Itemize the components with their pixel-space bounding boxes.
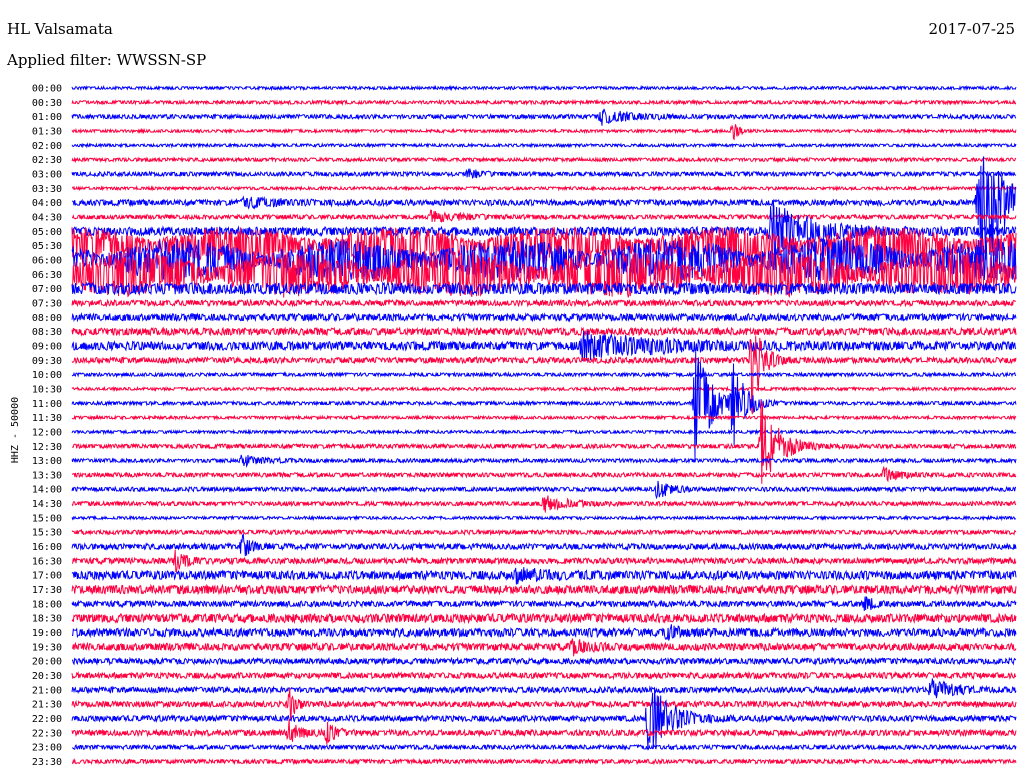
time-tick-label: 05:00 [32, 227, 62, 238]
seismic-trace [71, 638, 1017, 657]
seismogram-plot: 00:00 00:30 01:00 01:30 02:00 02:30 03:00 03:30… [32, 84, 1017, 768]
time-tick-label: 02:30 [32, 155, 62, 166]
time-tick-label: 23:00 [32, 743, 62, 754]
time-tick-label: 16:30 [32, 556, 62, 567]
time-tick-label: 11:30 [32, 413, 62, 424]
time-tick-label: 07:00 [32, 284, 62, 295]
seismic-trace [71, 371, 1017, 379]
seismic-trace [71, 595, 1017, 612]
time-tick-label: 22:00 [32, 714, 62, 725]
seismic-trace [71, 612, 1017, 625]
seismic-trace [71, 466, 1017, 483]
seismic-trace [71, 454, 1017, 468]
seismic-trace [71, 428, 1017, 436]
time-tick-label: 06:30 [32, 270, 62, 281]
seismic-trace [71, 400, 1017, 484]
time-tick-label: 04:30 [32, 212, 62, 223]
seismic-trace [71, 567, 1017, 585]
seismic-trace [71, 414, 1017, 421]
seismic-trace [72, 209, 1017, 223]
seismic-trace [71, 331, 1017, 361]
seismic-trace [71, 124, 1017, 141]
time-tick-label: 06:00 [32, 255, 62, 266]
seismic-trace [71, 168, 1017, 179]
time-tick-label: 22:30 [32, 728, 62, 739]
seismic-trace [71, 514, 1017, 522]
time-tick-label: 10:30 [32, 384, 62, 395]
time-tick-label: 00:00 [32, 84, 62, 95]
seismic-trace [71, 533, 1017, 557]
seismic-trace [71, 743, 1017, 751]
seismic-trace [71, 480, 1017, 500]
seismic-trace [71, 298, 1017, 308]
time-tick-label: 18:00 [32, 599, 62, 610]
seismic-trace [71, 678, 1017, 699]
time-tick-label: 04:00 [32, 198, 62, 209]
time-tick-label: 11:00 [32, 399, 62, 410]
seismic-trace [71, 351, 1017, 459]
time-tick-label: 18:30 [32, 614, 62, 625]
time-tick-label: 21:30 [32, 700, 62, 711]
seismic-trace [71, 670, 1017, 681]
time-tick-label: 01:00 [32, 112, 62, 123]
time-tick-label: 19:30 [32, 642, 62, 653]
seismic-trace [71, 495, 1017, 513]
time-tick-label: 21:00 [32, 685, 62, 696]
seismic-trace [71, 281, 1017, 297]
time-tick-label: 16:00 [32, 542, 62, 553]
time-tick-label: 08:00 [32, 313, 62, 324]
time-tick-label: 12:30 [32, 442, 62, 453]
time-tick-label: 09:00 [32, 341, 62, 352]
time-tick-label: 10:00 [32, 370, 62, 381]
time-tick-label: 23:30 [32, 757, 62, 768]
seismic-trace [71, 108, 1017, 126]
seismic-trace [71, 84, 1017, 92]
seismic-trace [71, 757, 1017, 766]
time-tick-label: 13:30 [32, 470, 62, 481]
time-tick-label: 20:00 [32, 657, 62, 668]
time-tick-label: 20:30 [32, 671, 62, 682]
seismic-trace [71, 624, 1017, 641]
time-tick-label: 17:30 [32, 585, 62, 596]
seismic-trace [71, 689, 1017, 748]
time-tick-label: 09:30 [32, 356, 62, 367]
time-tick-label: 00:30 [32, 98, 62, 109]
seismic-trace [71, 98, 1017, 106]
time-tick-label: 05:30 [32, 241, 62, 252]
seismic-trace [71, 549, 1017, 573]
seismic-trace [71, 311, 1017, 323]
time-tick-label: 15:30 [32, 528, 62, 539]
seismic-trace [71, 385, 1016, 393]
time-tick-label: 03:00 [32, 169, 62, 180]
time-tick-label: 07:30 [32, 298, 62, 309]
seismic-trace [71, 141, 1017, 149]
time-tick-label: 15:00 [32, 513, 62, 524]
time-tick-label: 12:00 [32, 427, 62, 438]
time-tick-label: 02:00 [32, 141, 62, 152]
seismic-trace [71, 656, 1017, 666]
time-tick-label: 19:00 [32, 628, 62, 639]
seismic-trace [71, 583, 1017, 596]
time-tick-label: 08:30 [32, 327, 62, 338]
seismic-trace [71, 156, 1017, 164]
time-tick-label: 14:30 [32, 499, 62, 510]
time-tick-label: 13:00 [32, 456, 62, 467]
time-tick-label: 01:30 [32, 126, 62, 137]
seismic-trace [71, 184, 1017, 192]
seismic-trace [71, 719, 1017, 745]
time-tick-label: 17:00 [32, 571, 62, 582]
seismic-trace [71, 326, 1017, 337]
time-tick-label: 03:30 [32, 184, 62, 195]
seismic-trace [71, 528, 1017, 537]
time-tick-label: 14:00 [32, 485, 62, 496]
